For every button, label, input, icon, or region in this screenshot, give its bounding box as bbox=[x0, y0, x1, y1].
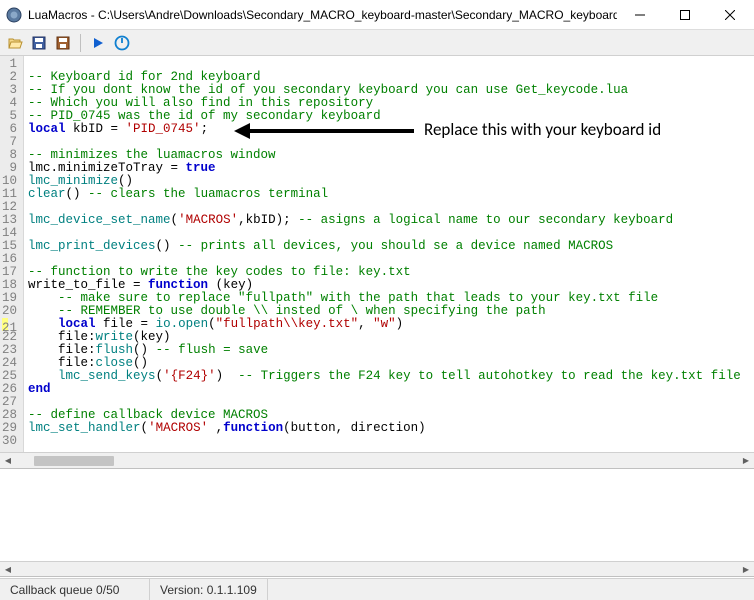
window-controls bbox=[617, 1, 752, 29]
line-number: 20 bbox=[2, 305, 17, 318]
output-h-scrollbar[interactable]: ◀ ▶ bbox=[0, 561, 754, 577]
app-icon bbox=[6, 7, 22, 23]
maximize-button[interactable] bbox=[662, 1, 707, 29]
code-line[interactable]: lmc.minimizeToTray = true bbox=[28, 162, 741, 175]
annotation-text: Replace this with your keyboard id bbox=[424, 123, 661, 136]
code-line[interactable] bbox=[28, 435, 741, 448]
code-line[interactable]: lmc_device_set_name('MACROS',kbID); -- a… bbox=[28, 214, 741, 227]
title-bar: LuaMacros - C:\Users\Andre\Downloads\Sec… bbox=[0, 0, 754, 30]
scroll-right-icon[interactable]: ▶ bbox=[738, 561, 754, 577]
code-line[interactable]: lmc_print_devices() -- prints all device… bbox=[28, 240, 741, 253]
close-button[interactable] bbox=[707, 1, 752, 29]
status-version: Version: 0.1.1.109 bbox=[150, 579, 268, 600]
editor-area: 1234567891011121314151617181920212223242… bbox=[0, 56, 754, 468]
arrow-icon bbox=[234, 127, 414, 133]
line-gutter: 1234567891011121314151617181920212223242… bbox=[0, 56, 24, 452]
save-as-button[interactable] bbox=[52, 32, 74, 54]
save-button[interactable] bbox=[28, 32, 50, 54]
editor-h-scrollbar[interactable]: ◀ ▶ bbox=[0, 452, 754, 468]
toolbar bbox=[0, 30, 754, 56]
output-panel[interactable]: ◀ ▶ bbox=[0, 468, 754, 578]
code-line[interactable]: local kbID = 'PID_0745';Replace this wit… bbox=[28, 123, 741, 136]
code-editor[interactable]: 1234567891011121314151617181920212223242… bbox=[0, 56, 754, 452]
open-button[interactable] bbox=[4, 32, 26, 54]
minimize-button[interactable] bbox=[617, 1, 662, 29]
code-line[interactable]: end bbox=[28, 383, 741, 396]
code-line[interactable]: lmc_send_keys('{F24}') -- Triggers the F… bbox=[28, 370, 741, 383]
status-bar: Callback queue 0/50 Version: 0.1.1.109 bbox=[0, 578, 754, 600]
status-callback: Callback queue 0/50 bbox=[0, 579, 150, 600]
line-number: 30 bbox=[2, 435, 17, 448]
code-content[interactable]: -- Keyboard id for 2nd keyboard-- If you… bbox=[24, 56, 745, 452]
stop-button[interactable] bbox=[111, 32, 133, 54]
scroll-thumb[interactable] bbox=[34, 456, 114, 466]
code-line[interactable]: lmc_set_handler('MACROS' ,function(butto… bbox=[28, 422, 741, 435]
toolbar-separator bbox=[80, 34, 81, 52]
annotation-overlay: Replace this with your keyboard id bbox=[234, 123, 661, 136]
code-line[interactable]: clear() -- clears the luamacros terminal bbox=[28, 188, 741, 201]
scroll-left-icon[interactable]: ◀ bbox=[0, 561, 16, 577]
scroll-left-icon[interactable]: ◀ bbox=[0, 453, 16, 469]
run-button[interactable] bbox=[87, 32, 109, 54]
scroll-right-icon[interactable]: ▶ bbox=[738, 453, 754, 469]
window-title: LuaMacros - C:\Users\Andre\Downloads\Sec… bbox=[28, 8, 617, 22]
